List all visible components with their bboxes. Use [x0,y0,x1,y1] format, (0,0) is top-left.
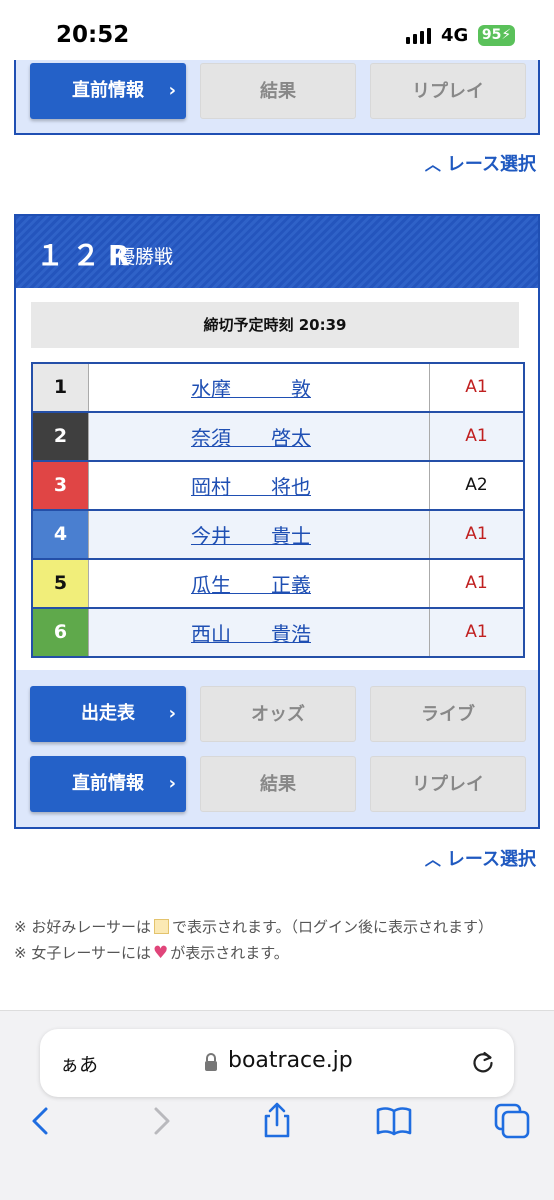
boat-number: 4 [33,511,89,558]
note-text: ※ お好みレーサーは [14,918,152,936]
button-label: ライブ [421,704,475,725]
boat-number: 5 [33,560,89,607]
chokuzen-info-button[interactable]: 直前情報 › [30,756,186,812]
racer-class: A2 [465,475,488,495]
button-label: 結果 [260,81,296,102]
racer-name-link[interactable]: 岡村 将也 [191,471,327,500]
top-result-button[interactable]: 結果 [200,63,356,119]
replay-button[interactable]: リプレイ [370,756,526,812]
share-icon[interactable] [257,1101,297,1141]
boat-number: 3 [33,462,89,509]
reader-options-button[interactable]: ぁあ [60,1050,98,1077]
racer-class: A1 [465,573,488,593]
boat-number: 1 [33,364,89,411]
battery-icon: 95⚡ [478,25,515,46]
racer-name-link[interactable]: 今井 貴士 [191,520,327,549]
back-icon[interactable] [22,1101,62,1141]
tabs-icon[interactable] [492,1101,532,1141]
url-text: boatrace.jp [228,1048,353,1073]
racer-name-link[interactable]: 水摩 敦 [191,373,327,402]
button-label: リプレイ [412,774,484,795]
button-label: 結果 [260,774,296,795]
button-label: リプレイ [412,81,484,102]
race-select-link-top[interactable]: ︿ レース選択 [425,150,536,176]
note-favorite: ※ お好みレーサーは で表示されます。（ログイン後に表示されます） [14,914,544,940]
live-button[interactable]: ライブ [370,686,526,742]
note-female: ※ 女子レーサーには ♥ が表示されます。 [14,940,544,966]
racer-name-link[interactable]: 瓜生 正義 [191,569,327,598]
previous-race-card: 直前情報 › 結果 リプレイ [14,60,540,135]
favorite-color-swatch-icon [154,919,170,934]
signal-icon [406,28,431,44]
race-card-12r: １２R 優勝戦 締切予定時刻 20:39 1 水摩 敦 A1 2 奈須 啓太 A1 3 岡村 … [14,214,540,829]
button-label: 出走表 [81,703,135,724]
boat-number: 6 [33,609,89,656]
reload-icon[interactable] [470,1049,496,1075]
racer-row: 4 今井 貴士 A1 [33,511,523,560]
racer-name-link[interactable]: 奈須 啓太 [191,422,327,451]
chevron-right-icon: › [168,773,176,794]
forward-icon[interactable] [140,1101,180,1141]
deadline-time: 締切予定時刻 20:39 [31,302,519,348]
racer-name-cell: 岡村 将也 [89,462,430,509]
chevron-up-icon: ︿ [424,155,441,174]
racer-class: A1 [430,413,523,460]
status-time: 20:52 [56,22,130,48]
network-type: 4G [441,25,469,46]
chevron-right-icon: › [168,703,176,724]
note-text: で表示されます。（ログイン後に表示されます） [172,918,494,936]
boat-number: 2 [33,413,89,460]
racer-row: 5 瓜生 正義 A1 [33,560,523,609]
address-bar[interactable]: ぁあ boatrace.jp [40,1029,514,1097]
racer-class: A1 [465,377,488,397]
button-label: 直前情報 [72,80,144,101]
race-select-link-bottom[interactable]: ︿ レース選択 [425,845,536,871]
racer-row: 3 岡村 将也 A2 [33,462,523,511]
racer-class: A1 [430,609,523,656]
racer-name-link[interactable]: 西山 貴浩 [191,618,327,647]
racer-class: A1 [430,511,523,558]
racer-row: 1 水摩 敦 A1 [33,364,523,413]
racer-name-cell: 瓜生 正義 [89,560,430,607]
button-label: 直前情報 [72,773,144,794]
racer-name-cell: 水摩 敦 [89,364,430,411]
lock-icon [205,1053,217,1071]
race-select-label: レース選択 [446,849,536,870]
notes: ※ お好みレーサーは で表示されます。（ログイン後に表示されます） ※ 女子レーサ… [14,914,544,966]
racer-name-cell: 西山 貴浩 [89,609,430,656]
chevron-up-icon: ︿ [424,850,441,869]
button-label: オッズ [251,704,305,725]
heart-icon: ♥ [153,943,169,963]
race-header: １２R 優勝戦 [16,216,538,288]
race-select-label: レース選択 [446,154,536,175]
chevron-right-icon: › [168,80,176,101]
racer-table: 1 水摩 敦 A1 2 奈須 啓太 A1 3 岡村 将也 A2 4 今井 貴士 A1 5 瓜生 正義 A1 6… [31,362,525,658]
entry-list-button[interactable]: 出走表 › [30,686,186,742]
race-button-area: 出走表 › オッズ ライブ 直前情報 › 結果 リプレイ [16,670,538,827]
racer-row: 2 奈須 啓太 A1 [33,413,523,462]
top-replay-button[interactable]: リプレイ [370,63,526,119]
top-chokuzen-button[interactable]: 直前情報 › [30,63,186,119]
race-name: 優勝戦 [116,246,174,268]
battery-level: 95 [481,27,502,43]
racer-name-cell: 今井 貴士 [89,511,430,558]
odds-button[interactable]: オッズ [200,686,356,742]
note-text: ※ 女子レーサーには [14,944,152,962]
racer-name-cell: 奈須 啓太 [89,413,430,460]
browser-toolbar: ぁあ boatrace.jp [0,1010,554,1200]
result-button[interactable]: 結果 [200,756,356,812]
bookmarks-icon[interactable] [374,1101,414,1141]
racer-row: 6 西山 貴浩 A1 [33,609,523,656]
note-text: が表示されます。 [170,944,289,962]
